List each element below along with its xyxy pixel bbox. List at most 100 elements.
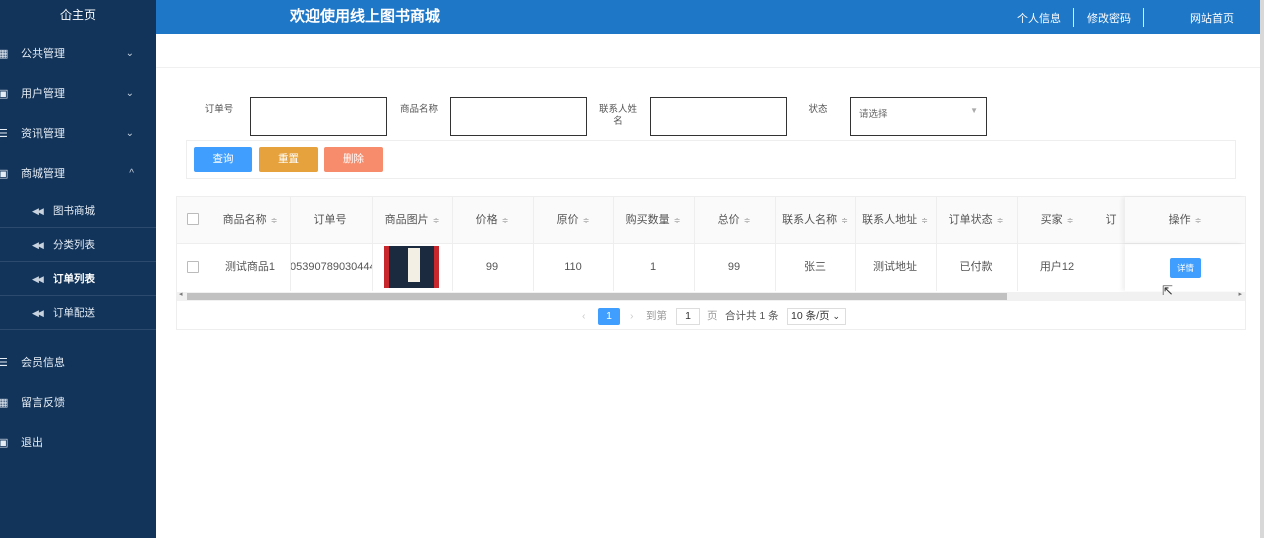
product-name-input[interactable]: [450, 97, 587, 136]
table-header-cell[interactable]: 订单状态 ≑: [936, 197, 1016, 243]
sort-icon: ≑: [1066, 216, 1074, 225]
scroll-left-icon[interactable]: ◂: [179, 290, 183, 298]
sort-icon: ≑: [432, 216, 440, 225]
sidebar-item-members[interactable]: ☰ 会员信息: [0, 343, 156, 383]
sidebar-item-mall[interactable]: ▣ 商城管理 ^: [0, 154, 156, 194]
page-unit-label: 页: [707, 310, 718, 322]
detail-button[interactable]: 详情: [1170, 258, 1201, 278]
page-1-button[interactable]: 1: [598, 308, 620, 325]
divider: [452, 197, 453, 291]
scroll-right-icon[interactable]: ▸: [1238, 290, 1242, 298]
page-title: 欢迎使用线上图书商城: [290, 8, 441, 25]
cell-status: 已付款: [959, 261, 993, 273]
sidebar-sub-order-list[interactable]: ◀◀ 订单列表: [0, 262, 156, 296]
sort-icon: ≑: [582, 216, 590, 225]
grid-icon: ▦: [0, 397, 9, 409]
sidebar-item-label: 公共管理: [21, 48, 65, 60]
sidebar-sub-book-mall[interactable]: ◀◀ 图书商城: [0, 194, 156, 228]
sort-icon: ≑: [270, 216, 278, 225]
cell-contact-address: 测试地址: [873, 261, 917, 273]
sidebar-home-link[interactable]: 仚主页: [0, 0, 156, 30]
table-header-cell[interactable]: 联系人地址 ≑: [855, 197, 935, 243]
cell-product-name: 测试商品1: [224, 261, 276, 273]
change-password-link[interactable]: 修改密码: [1087, 10, 1131, 26]
page-size-select[interactable]: 10 条/页 ⌄: [787, 308, 846, 325]
next-page-icon[interactable]: ›: [630, 308, 634, 324]
order-no-input[interactable]: [250, 97, 387, 136]
caret-down-icon: ▼: [970, 106, 978, 115]
sidebar-sub-label: 订单列表: [53, 273, 95, 285]
chevron-up-icon: ^: [129, 168, 134, 179]
cell-original-price: 110: [564, 261, 582, 273]
table-header-cell[interactable]: 价格 ≑: [452, 197, 532, 243]
top-bar: 欢迎使用线上图书商城 个人信息 修改密码 网站首页: [156, 0, 1260, 34]
status-select[interactable]: 请选择 ▼: [850, 97, 987, 136]
row-checkbox[interactable]: [187, 261, 199, 273]
site-home-link[interactable]: 网站首页: [1190, 10, 1234, 26]
sort-icon: ≑: [501, 216, 509, 225]
table-header-cell[interactable]: 订: [1097, 197, 1125, 243]
sort-icon: ≑: [743, 216, 751, 225]
chevron-down-icon: ⌄: [125, 48, 134, 59]
divider: [156, 67, 1260, 68]
cell-order-no: 05390789030444: [290, 261, 372, 273]
sidebar-item-label: 商城管理: [21, 168, 65, 180]
sidebar-item-logout[interactable]: ▣ 退出: [0, 423, 156, 463]
sidebar: 仚主页 ▦ 公共管理 ⌄ ▣ 用户管理 ⌄ ☰ 资讯管理 ⌄ ▣ 商城管理 ^ …: [0, 0, 156, 538]
reset-button[interactable]: 重置: [259, 147, 318, 172]
card-icon: ▣: [0, 168, 9, 180]
sidebar-item-feedback[interactable]: ▦ 留言反馈: [0, 383, 156, 423]
table-horizontal-scrollbar[interactable]: ◂ ▸: [177, 290, 1245, 301]
contact-name-label: 联系人姓名: [598, 104, 637, 127]
sidebar-item-label: 资讯管理: [21, 128, 65, 140]
table-header-cell[interactable]: 商品名称 ≑: [210, 197, 290, 243]
page-scrollbar[interactable]: [1260, 0, 1264, 538]
cell-price: 99: [485, 261, 499, 273]
sidebar-sub-label: 订单配送: [53, 307, 95, 319]
cell-total: 99: [727, 261, 741, 273]
table-header-cell[interactable]: 联系人名称 ≑: [775, 197, 855, 243]
select-all-checkbox[interactable]: [187, 213, 199, 225]
table-header-cell[interactable]: 原价 ≑: [533, 197, 613, 243]
divider: [290, 197, 291, 291]
sidebar-item-news[interactable]: ☰ 资讯管理 ⌄: [0, 114, 156, 154]
prev-page-icon[interactable]: ‹: [582, 308, 586, 324]
double-left-arrow-icon: ◀◀: [32, 206, 44, 216]
sidebar-item-users[interactable]: ▣ 用户管理 ⌄: [0, 74, 156, 114]
sidebar-item-label: 会员信息: [21, 357, 65, 369]
cell-quantity: 1: [649, 261, 657, 273]
sort-icon: ≑: [996, 216, 1004, 225]
divider: [613, 197, 614, 291]
list-icon: ☰: [0, 128, 8, 140]
order-no-label: 订单号: [204, 104, 234, 115]
table-header-cell[interactable]: 商品图片 ≑: [372, 197, 452, 243]
profile-link[interactable]: 个人信息: [1017, 10, 1061, 26]
divider: [694, 197, 695, 291]
divider: [1143, 8, 1144, 27]
sidebar-sub-order-delivery[interactable]: ◀◀ 订单配送: [0, 296, 156, 330]
table-header-cell[interactable]: 总价 ≑: [694, 197, 774, 243]
divider: [775, 197, 776, 291]
divider: [855, 197, 856, 291]
goto-page-input[interactable]: 1: [676, 308, 700, 325]
scrollbar-thumb[interactable]: [187, 293, 1007, 300]
table-header-cell[interactable]: 操作 ≑: [1125, 197, 1245, 243]
sidebar-item-label: 退出: [21, 437, 43, 449]
sort-icon: ≑: [1194, 216, 1202, 225]
double-left-arrow-icon: ◀◀: [32, 240, 44, 250]
sort-icon: ≑: [841, 216, 848, 225]
divider: [533, 197, 534, 291]
sidebar-item-public[interactable]: ▦ 公共管理 ⌄: [0, 34, 156, 74]
table-header-cell[interactable]: 订单号: [290, 197, 370, 243]
sort-icon: ≑: [673, 216, 681, 225]
contact-name-input[interactable]: [650, 97, 787, 136]
table-header-cell[interactable]: 买家 ≑: [1017, 197, 1097, 243]
cell-buyer: 用户12: [1039, 261, 1075, 273]
delete-button[interactable]: 删除: [324, 147, 383, 172]
search-button[interactable]: 查询: [194, 147, 252, 172]
divider: [1073, 8, 1074, 27]
sidebar-sub-category-list[interactable]: ◀◀ 分类列表: [0, 228, 156, 262]
table-header-cell[interactable]: 购买数量 ≑: [613, 197, 693, 243]
cell-contact-name: 张三: [804, 261, 826, 273]
chevron-down-icon: ⌄: [125, 128, 134, 139]
